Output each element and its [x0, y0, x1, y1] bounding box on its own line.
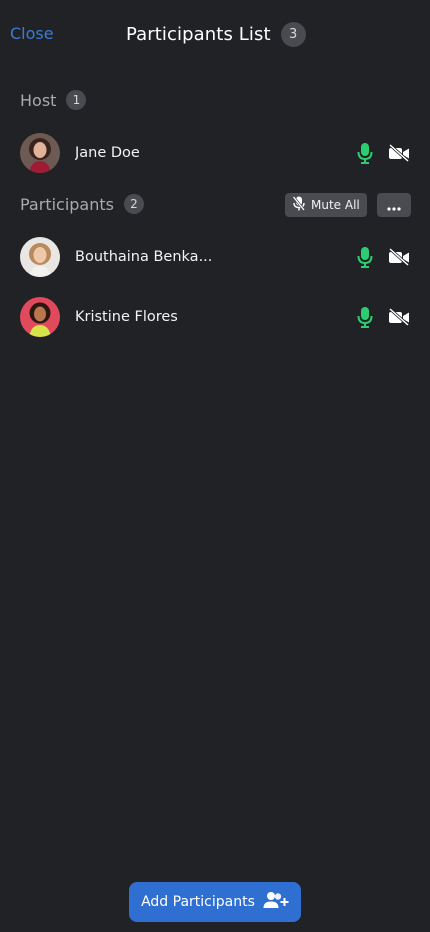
- participants-section-header: Participants 2: [20, 194, 144, 214]
- microphone-icon[interactable]: [354, 246, 376, 268]
- avatar: [20, 237, 60, 277]
- participant-row[interactable]: Kristine Flores: [20, 297, 410, 337]
- mute-all-button[interactable]: Mute All: [285, 193, 367, 217]
- more-options-button[interactable]: [376, 193, 411, 217]
- participant-name: Kristine Flores: [75, 309, 178, 325]
- participant-controls: [354, 246, 410, 268]
- more-icon: [387, 196, 401, 215]
- page-title: Participants List: [126, 24, 271, 45]
- participant-name: Bouthaina Benka...: [75, 249, 213, 265]
- participant-name: Jane Doe: [75, 145, 140, 161]
- mute-all-label: Mute All: [311, 198, 360, 212]
- close-button[interactable]: Close: [10, 24, 54, 43]
- video-off-icon[interactable]: [388, 246, 410, 268]
- participants-actions: Mute All: [285, 193, 411, 217]
- microphone-icon[interactable]: [354, 306, 376, 328]
- title-group: Participants List 3: [126, 22, 306, 47]
- host-section-label: Host: [20, 90, 57, 110]
- host-section-header: Host 1: [20, 90, 87, 110]
- video-off-icon[interactable]: [388, 142, 410, 164]
- participant-row-host[interactable]: Jane Doe: [20, 133, 410, 173]
- header: Close Participants List 3: [0, 0, 430, 70]
- participant-row[interactable]: Bouthaina Benka...: [20, 237, 410, 277]
- host-count-badge: 1: [66, 90, 87, 110]
- participants-count-badge: 2: [123, 194, 144, 214]
- participants-section-label: Participants: [20, 194, 114, 214]
- microphone-off-icon: [292, 196, 306, 214]
- participant-controls: [354, 142, 410, 164]
- microphone-icon[interactable]: [354, 142, 376, 164]
- avatar: [20, 133, 60, 173]
- participant-controls: [354, 306, 410, 328]
- add-participants-label: Add Participants: [141, 894, 255, 910]
- video-off-icon[interactable]: [388, 306, 410, 328]
- total-count-badge: 3: [280, 22, 306, 47]
- avatar: [20, 297, 60, 337]
- add-participants-button[interactable]: Add Participants: [129, 882, 301, 922]
- add-user-icon: [263, 891, 289, 913]
